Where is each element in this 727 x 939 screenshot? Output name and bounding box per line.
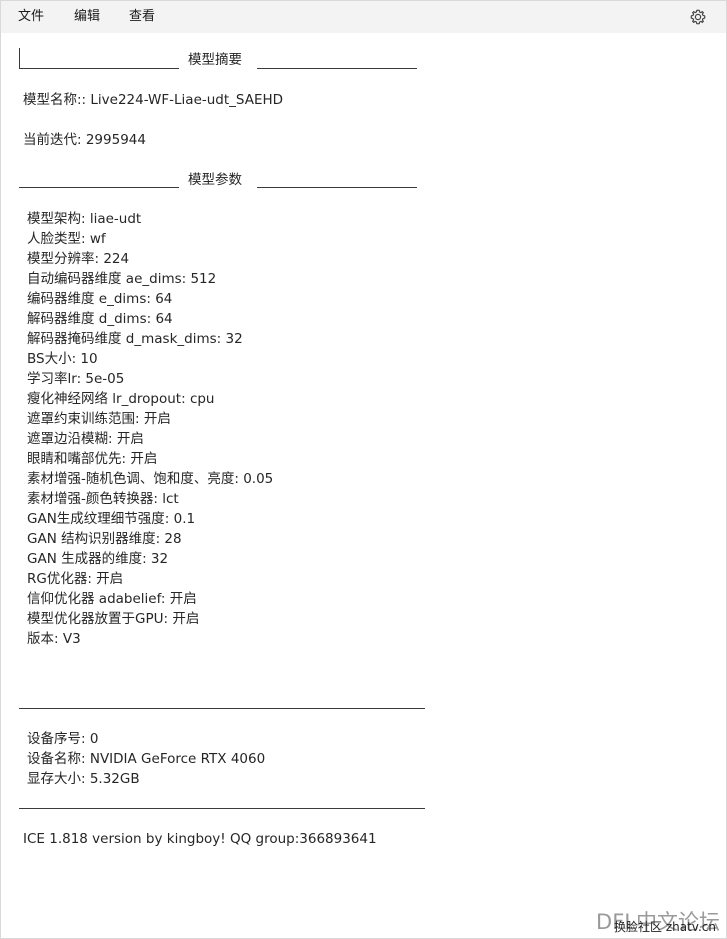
param-row: 瘦化神经网络 lr_dropout: cpu (27, 391, 215, 407)
param-row: 人脸类型: wf (27, 231, 106, 247)
params-title: 模型参数 (188, 172, 242, 188)
device-name: 设备名称: NVIDIA GeForce RTX 4060 (27, 751, 266, 767)
param-row: 解码器维度 d_dims: 64 (27, 311, 173, 327)
param-row: GAN生成纹理细节强度: 0.1 (27, 511, 196, 527)
param-row: 模型优化器放置于GPU: 开启 (27, 611, 200, 627)
section-divider (19, 68, 179, 69)
param-row: 遮罩边沿模糊: 开启 (27, 431, 144, 447)
menu-file[interactable]: 文件 (16, 1, 46, 33)
param-row: RG优化器: 开启 (27, 571, 124, 587)
section-divider (19, 187, 179, 188)
section-divider (257, 187, 417, 188)
device-index: 设备序号: 0 (27, 731, 99, 747)
param-row: BS大小: 10 (27, 351, 98, 367)
model-info-panel: 模型摘要 模型名称:: Live224-WF-Liae-udt_SAEHD 当前… (1, 33, 726, 938)
menu-bar: 文件 编辑 查看 (1, 1, 726, 33)
summary-title: 模型摘要 (188, 52, 242, 68)
param-row: 遮罩约束训练范围: 开启 (27, 411, 171, 427)
param-row: 自动编码器维度 ae_dims: 512 (27, 271, 217, 287)
param-row: 眼睛和嘴部优先: 开启 (27, 451, 158, 467)
param-row: 模型架构: liae-udt (27, 211, 142, 227)
param-row: 信仰优化器 adabelief: 开启 (27, 591, 197, 607)
param-row: GAN 生成器的维度: 32 (27, 551, 169, 567)
section-left-bar (19, 48, 20, 69)
param-row: 学习率lr: 5e-05 (27, 371, 125, 387)
section-divider (19, 708, 425, 709)
param-row: 版本: V3 (27, 631, 81, 647)
param-row: 解码器掩码维度 d_mask_dims: 32 (27, 331, 243, 347)
param-row: GAN 结构识别器维度: 28 (27, 531, 182, 547)
menu-edit[interactable]: 编辑 (72, 1, 102, 33)
app-window: 文件 编辑 查看 模型摘要 模型名称:: Live224-WF-Liae-udt… (0, 0, 727, 939)
param-row: 编码器维度 e_dims: 64 (27, 291, 173, 307)
section-divider (257, 68, 417, 69)
settings-button[interactable] (688, 7, 708, 27)
param-row: 素材增强-颜色转换器: lct (27, 491, 179, 507)
menu-view[interactable]: 查看 (127, 1, 157, 33)
footer-credit: ICE 1.818 version by kingboy! QQ group:3… (23, 831, 377, 847)
device-vram: 显存大小: 5.32GB (27, 771, 140, 787)
param-row: 素材增强-随机色调、饱和度、亮度: 0.05 (27, 471, 274, 487)
param-row: 模型分辨率: 224 (27, 251, 130, 267)
section-divider (19, 808, 425, 809)
gear-icon (690, 9, 706, 25)
model-name: 模型名称:: Live224-WF-Liae-udt_SAEHD (23, 92, 284, 108)
watermark-caption: 换脸社区 zhatv.cn (614, 920, 716, 934)
current-iteration: 当前迭代: 2995944 (23, 132, 146, 148)
